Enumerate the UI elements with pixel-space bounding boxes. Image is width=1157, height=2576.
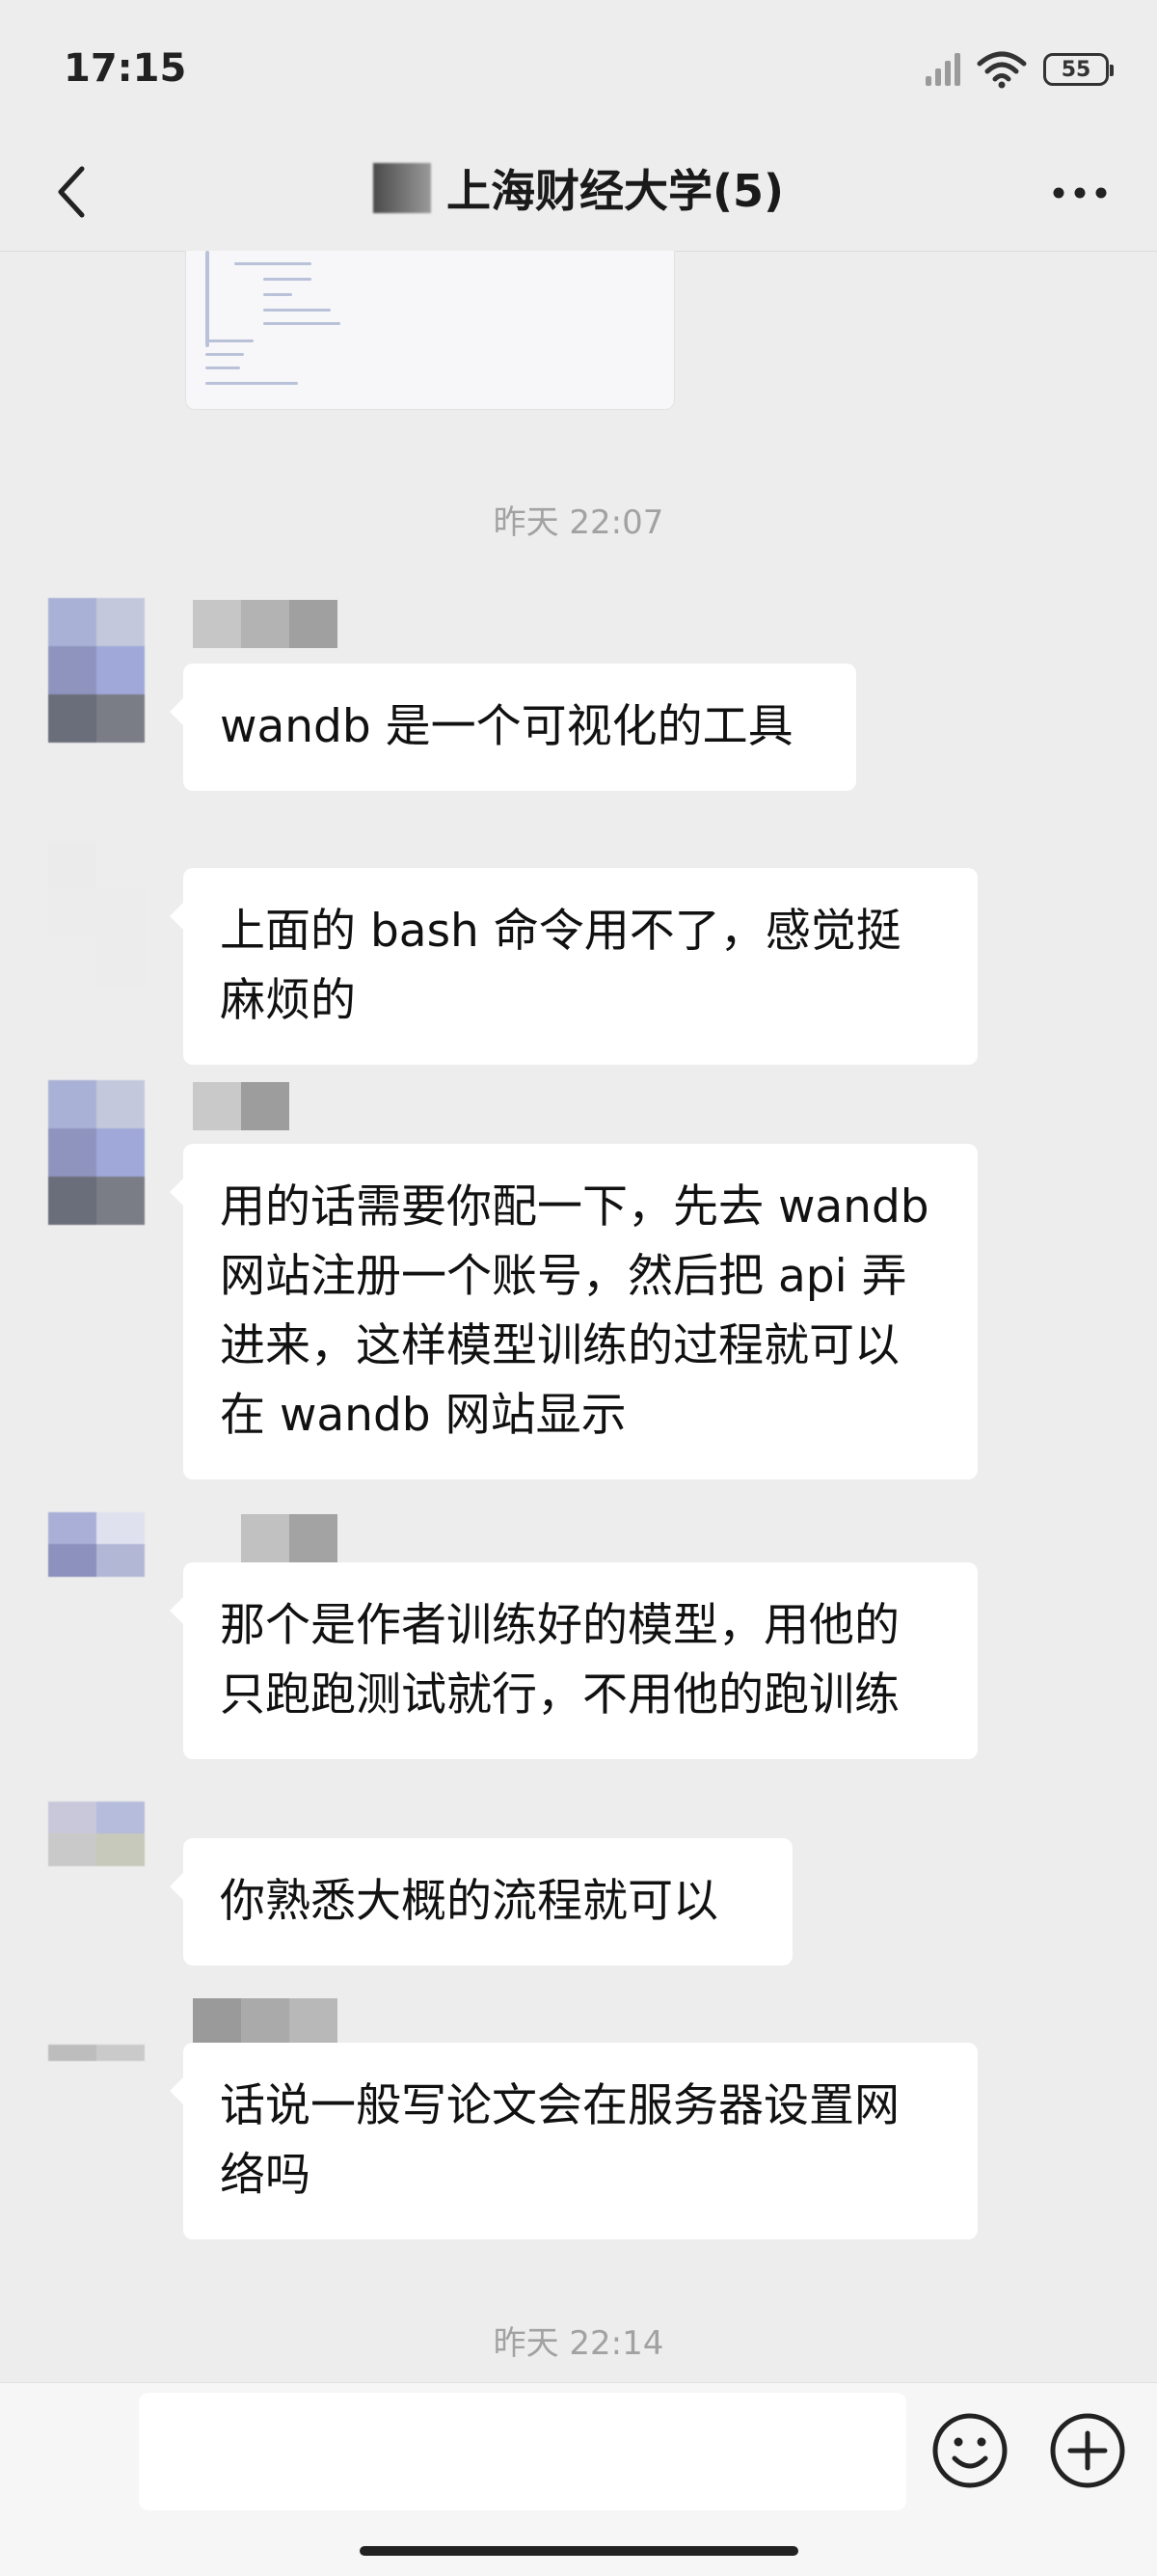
message-bubble[interactable]: wandb 是一个可视化的工具 [170, 664, 856, 791]
message-input[interactable] [139, 2393, 906, 2510]
timestamp: 昨天 22:07 [493, 503, 664, 542]
sender-name-redacted [193, 1998, 337, 2047]
battery-level: 55 [1061, 57, 1091, 82]
message-text: wandb 是一个可视化的工具 [220, 700, 794, 753]
message-text: 上面的 bash 命令用不了，感觉挺麻烦的 [220, 905, 901, 1027]
home-indicator[interactable] [360, 2546, 798, 2556]
plus-button[interactable] [1047, 2410, 1128, 2491]
message-text: 用的话需要你配一下，先去 wandb 网站注册一个账号，然后把 api 弄进来，… [220, 1180, 929, 1442]
message-bubble[interactable]: 话说一般写论文会在服务器设置网络吗 [170, 2043, 978, 2239]
message-text: 话说一般写论文会在服务器设置网络吗 [220, 2079, 900, 2202]
status-time: 17:15 [64, 46, 187, 91]
wifi-icon [977, 51, 1027, 89]
signal-icon [926, 53, 960, 86]
emoji-icon [932, 2413, 1008, 2488]
avatar[interactable] [48, 1802, 145, 1898]
message-bubble[interactable]: 上面的 bash 命令用不了，感觉挺麻烦的 [170, 868, 978, 1065]
sender-name-redacted [193, 600, 337, 648]
more-button[interactable] [1041, 164, 1118, 222]
status-icons: 55 [926, 50, 1114, 89]
battery-icon: 55 [1043, 53, 1114, 86]
emoji-button[interactable] [929, 2410, 1010, 2491]
chat-message-list[interactable]: 昨天 22:07 wandb 是一个可视化的工具 上面的 bash 命令用不了，… [0, 251, 1157, 2382]
sender-name-redacted [193, 1082, 289, 1130]
sender-name-redacted [241, 1514, 337, 1562]
avatar[interactable] [48, 2045, 145, 2093]
timestamp: 昨天 22:14 [493, 2324, 664, 2363]
page-title: 上海财经大学(5) [445, 165, 785, 217]
plus-icon [1050, 2413, 1125, 2488]
message-bubble[interactable]: 用的话需要你配一下，先去 wandb 网站注册一个账号，然后把 api 弄进来，… [170, 1144, 978, 1479]
status-bar: 17:15 55 [0, 0, 1157, 135]
avatar[interactable] [48, 841, 145, 986]
avatar[interactable] [48, 598, 145, 743]
message-text: 那个是作者训练好的模型，用他的只跑跑测试就行，不用他的跑训练 [220, 1599, 900, 1722]
header-title-wrap: 上海财经大学(5) [0, 156, 1157, 220]
redacted-title-prefix [372, 163, 431, 213]
message-bubble[interactable]: 你熟悉大概的流程就可以 [170, 1838, 793, 1966]
image-message-preview[interactable] [185, 251, 675, 410]
chat-header: 上海财经大学(5) [0, 135, 1157, 252]
message-bubble[interactable]: 那个是作者训练好的模型，用他的只跑跑测试就行，不用他的跑训练 [170, 1562, 978, 1759]
message-text: 你熟悉大概的流程就可以 [220, 1875, 718, 1928]
avatar[interactable] [48, 1080, 145, 1225]
avatar[interactable] [48, 1512, 145, 1609]
more-dots-icon [1053, 187, 1107, 199]
